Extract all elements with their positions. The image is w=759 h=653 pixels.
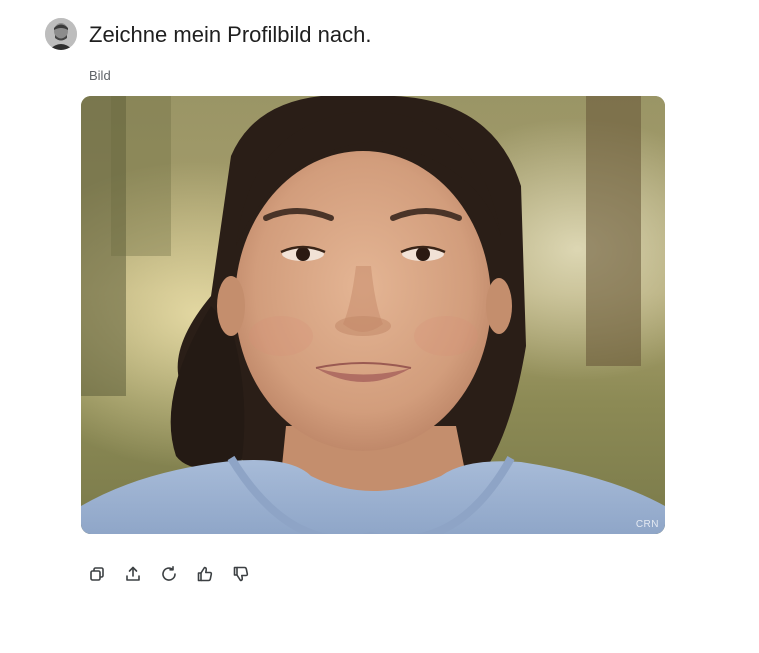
share-icon	[124, 565, 142, 583]
share-button[interactable]	[122, 563, 144, 585]
copy-icon	[88, 565, 106, 583]
avatar	[45, 18, 77, 50]
generated-image[interactable]: CRN	[81, 96, 665, 534]
thumbs-up-button[interactable]	[194, 563, 216, 585]
thumbs-up-icon	[196, 565, 214, 583]
regenerate-button[interactable]	[158, 563, 180, 585]
image-label: Bild	[89, 68, 111, 83]
thumbs-down-icon	[232, 565, 250, 583]
refresh-icon	[160, 565, 178, 583]
chat-page: Zeichne mein Profilbild nach. Bild CRN	[0, 0, 759, 653]
copy-button[interactable]	[86, 563, 108, 585]
thumbs-down-button[interactable]	[230, 563, 252, 585]
response-actions	[86, 563, 252, 585]
user-prompt: Zeichne mein Profilbild nach.	[89, 22, 372, 47]
image-watermark: CRN	[635, 519, 659, 530]
